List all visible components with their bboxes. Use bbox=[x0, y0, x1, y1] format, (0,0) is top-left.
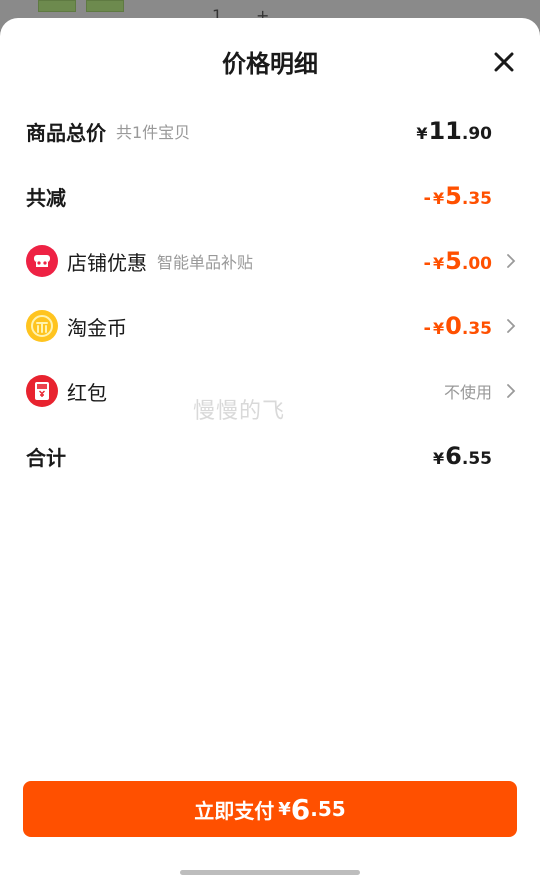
amount-integer: 5 bbox=[445, 247, 462, 275]
total-label: 商品总价 bbox=[26, 120, 106, 145]
coin-amount: - ¥ 0 .35 bbox=[424, 312, 492, 340]
red-packet-label: 红包 bbox=[67, 380, 107, 405]
row-total-discount: 共减 - ¥ 5 .35 bbox=[26, 176, 514, 216]
shop-icon bbox=[26, 245, 58, 277]
backdrop-quantity-stepper: 1 + bbox=[198, 0, 288, 25]
sheet-title: 价格明细 bbox=[222, 50, 318, 78]
currency-symbol: ¥ bbox=[433, 254, 445, 273]
amount-integer: 6 bbox=[445, 442, 462, 470]
backdrop-thumbnail bbox=[38, 0, 76, 12]
red-packet-icon bbox=[26, 375, 58, 407]
currency-symbol: ¥ bbox=[416, 124, 428, 143]
watermark: 慢慢的飞 bbox=[193, 399, 286, 424]
amount-decimal: .35 bbox=[461, 189, 492, 209]
sum-amount: ¥ 6 .55 bbox=[433, 442, 492, 470]
currency-symbol: ¥ bbox=[433, 449, 445, 468]
price-detail-sheet: 价格明细 商品总价 共1件宝贝 ¥ 11 .90 共减 - ¥ 5 .35 店铺… bbox=[0, 18, 540, 885]
pay-amount-decimal: .55 bbox=[310, 797, 346, 821]
minus-sign: - bbox=[423, 188, 432, 209]
amount-decimal: .55 bbox=[461, 449, 492, 469]
pay-currency-symbol: ¥ bbox=[278, 798, 291, 820]
sum-label: 合计 bbox=[26, 445, 66, 470]
backdrop-thumbnail bbox=[86, 0, 124, 12]
pay-now-button[interactable]: 立即支付 ¥ 6 .55 bbox=[23, 781, 517, 837]
close-button[interactable] bbox=[490, 48, 518, 76]
amount-integer: 0 bbox=[445, 312, 462, 340]
pay-amount-integer: 6 bbox=[290, 792, 311, 826]
chevron-right-icon bbox=[507, 319, 516, 333]
item-count: 共1件宝贝 bbox=[116, 123, 191, 142]
amount-decimal: .00 bbox=[461, 254, 492, 274]
row-sum: 合计 ¥ 6 .55 bbox=[26, 436, 514, 476]
close-icon bbox=[494, 52, 514, 72]
amount-decimal: .90 bbox=[461, 124, 492, 144]
coin-icon bbox=[26, 310, 58, 342]
currency-symbol: ¥ bbox=[433, 189, 445, 208]
chevron-right-icon bbox=[507, 384, 516, 398]
minus-sign: - bbox=[423, 253, 432, 274]
discount-label: 共减 bbox=[26, 185, 66, 210]
total-amount: ¥ 11 .90 bbox=[416, 117, 492, 145]
row-total-price: 商品总价 共1件宝贝 ¥ 11 .90 bbox=[26, 111, 514, 151]
red-packet-value: 不使用 bbox=[443, 383, 492, 402]
shop-discount-sub: 智能单品补贴 bbox=[157, 253, 254, 272]
amount-decimal: .35 bbox=[461, 319, 492, 339]
row-tao-coin[interactable]: 淘金币 - ¥ 0 .35 bbox=[26, 306, 516, 346]
minus-sign: - bbox=[423, 318, 432, 339]
currency-symbol: ¥ bbox=[433, 319, 445, 338]
shop-discount-amount: - ¥ 5 .00 bbox=[424, 247, 492, 275]
amount-integer: 11 bbox=[428, 117, 462, 145]
chevron-right-icon bbox=[507, 254, 516, 268]
discount-amount: - ¥ 5 .35 bbox=[424, 182, 492, 210]
coin-label: 淘金币 bbox=[67, 315, 127, 340]
home-indicator[interactable] bbox=[180, 870, 360, 875]
pay-button-label: 立即支付 bbox=[194, 798, 275, 823]
amount-integer: 5 bbox=[445, 182, 462, 210]
shop-discount-label: 店铺优惠 bbox=[67, 250, 147, 275]
row-shop-discount[interactable]: 店铺优惠 智能单品补贴 - ¥ 5 .00 bbox=[26, 241, 516, 281]
